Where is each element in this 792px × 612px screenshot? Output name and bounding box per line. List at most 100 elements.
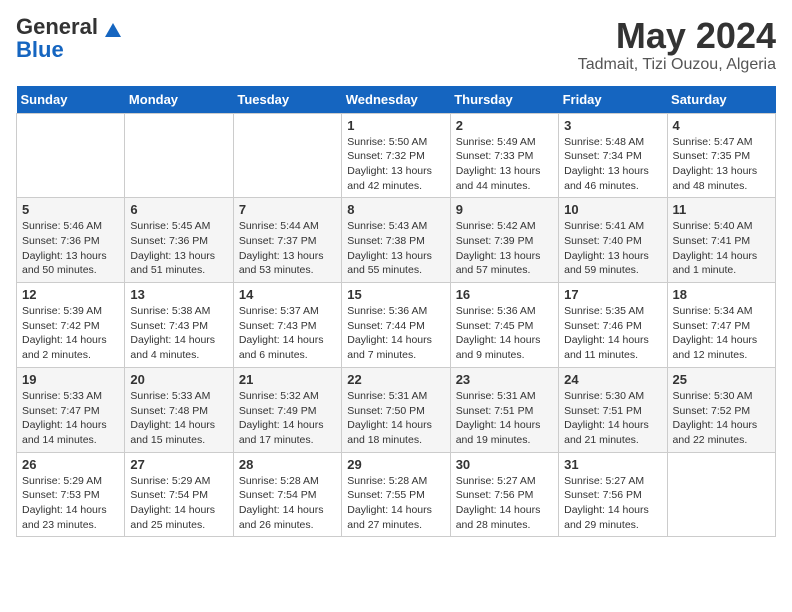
logo-general: General	[16, 14, 98, 39]
day-info: Sunrise: 5:29 AM Sunset: 7:53 PM Dayligh…	[22, 474, 119, 533]
day-number: 7	[239, 202, 336, 217]
day-number: 3	[564, 118, 661, 133]
logo-triangle-icon	[104, 21, 122, 39]
logo-blue: Blue	[16, 39, 64, 61]
header-thursday: Thursday	[450, 86, 558, 114]
week-row-4: 19Sunrise: 5:33 AM Sunset: 7:47 PM Dayli…	[17, 367, 776, 452]
day-info: Sunrise: 5:37 AM Sunset: 7:43 PM Dayligh…	[239, 304, 336, 363]
calendar-cell	[125, 113, 233, 198]
day-info: Sunrise: 5:41 AM Sunset: 7:40 PM Dayligh…	[564, 219, 661, 278]
day-info: Sunrise: 5:35 AM Sunset: 7:46 PM Dayligh…	[564, 304, 661, 363]
day-number: 16	[456, 287, 553, 302]
calendar-cell: 18 Sunrise: 5:34 AM Sunset: 7:47 PM Dayli…	[667, 283, 775, 368]
header-tuesday: Tuesday	[233, 86, 341, 114]
day-number: 13	[130, 287, 227, 302]
calendar-cell: 26 Sunrise: 5:29 AM Sunset: 7:53 PM Dayli…	[17, 452, 125, 537]
day-info: Sunrise: 5:34 AM Sunset: 7:47 PM Dayligh…	[673, 304, 770, 363]
calendar-cell: 16 Sunrise: 5:36 AM Sunset: 7:45 PM Dayli…	[450, 283, 558, 368]
week-row-1: 1Sunrise: 5:50 AM Sunset: 7:32 PM Daylig…	[17, 113, 776, 198]
day-number: 29	[347, 457, 444, 472]
calendar-cell: 19Sunrise: 5:33 AM Sunset: 7:47 PM Dayli…	[17, 367, 125, 452]
day-number: 24	[564, 372, 661, 387]
calendar-cell: 11Sunrise: 5:40 AM Sunset: 7:41 PM Dayli…	[667, 198, 775, 283]
day-number: 9	[456, 202, 553, 217]
week-row-2: 5 Sunrise: 5:46 AM Sunset: 7:36 PM Daylig…	[17, 198, 776, 283]
day-number: 10	[564, 202, 661, 217]
day-info: Sunrise: 5:30 AM Sunset: 7:52 PM Dayligh…	[673, 389, 770, 448]
header-friday: Friday	[559, 86, 667, 114]
calendar-cell: 1Sunrise: 5:50 AM Sunset: 7:32 PM Daylig…	[342, 113, 450, 198]
calendar-cell: 6 Sunrise: 5:45 AM Sunset: 7:36 PM Daylig…	[125, 198, 233, 283]
day-number: 28	[239, 457, 336, 472]
day-number: 17	[564, 287, 661, 302]
day-info: Sunrise: 5:40 AM Sunset: 7:41 PM Dayligh…	[673, 219, 770, 278]
day-number: 12	[22, 287, 119, 302]
calendar-cell: 31 Sunrise: 5:27 AM Sunset: 7:56 PM Dayli…	[559, 452, 667, 537]
day-number: 6	[130, 202, 227, 217]
calendar-cell: 27Sunrise: 5:29 AM Sunset: 7:54 PM Dayli…	[125, 452, 233, 537]
calendar-cell: 10 Sunrise: 5:41 AM Sunset: 7:40 PM Dayli…	[559, 198, 667, 283]
day-info: Sunrise: 5:30 AM Sunset: 7:51 PM Dayligh…	[564, 389, 661, 448]
day-number: 18	[673, 287, 770, 302]
day-info: Sunrise: 5:45 AM Sunset: 7:36 PM Dayligh…	[130, 219, 227, 278]
calendar-cell: 28 Sunrise: 5:28 AM Sunset: 7:54 PM Dayli…	[233, 452, 341, 537]
header-saturday: Saturday	[667, 86, 775, 114]
day-info: Sunrise: 5:32 AM Sunset: 7:49 PM Dayligh…	[239, 389, 336, 448]
title-area: May 2024 Tadmait, Tizi Ouzou, Algeria	[578, 16, 776, 74]
page-header: General Blue May 2024 Tadmait, Tizi Ouzo…	[16, 16, 776, 74]
calendar-cell: 12 Sunrise: 5:39 AM Sunset: 7:42 PM Dayli…	[17, 283, 125, 368]
day-number: 14	[239, 287, 336, 302]
calendar-cell: 5 Sunrise: 5:46 AM Sunset: 7:36 PM Daylig…	[17, 198, 125, 283]
header-row: SundayMondayTuesdayWednesdayThursdayFrid…	[17, 86, 776, 114]
header-wednesday: Wednesday	[342, 86, 450, 114]
calendar-cell	[17, 113, 125, 198]
day-info: Sunrise: 5:27 AM Sunset: 7:56 PM Dayligh…	[564, 474, 661, 533]
day-number: 1	[347, 118, 444, 133]
day-number: 23	[456, 372, 553, 387]
day-number: 15	[347, 287, 444, 302]
calendar-cell: 3 Sunrise: 5:48 AM Sunset: 7:34 PM Daylig…	[559, 113, 667, 198]
day-number: 22	[347, 372, 444, 387]
calendar-cell: 2 Sunrise: 5:49 AM Sunset: 7:33 PM Daylig…	[450, 113, 558, 198]
calendar-cell: 13Sunrise: 5:38 AM Sunset: 7:43 PM Dayli…	[125, 283, 233, 368]
header-monday: Monday	[125, 86, 233, 114]
calendar-cell: 23 Sunrise: 5:31 AM Sunset: 7:51 PM Dayli…	[450, 367, 558, 452]
calendar-cell: 29 Sunrise: 5:28 AM Sunset: 7:55 PM Dayli…	[342, 452, 450, 537]
calendar-cell: 21 Sunrise: 5:32 AM Sunset: 7:49 PM Dayli…	[233, 367, 341, 452]
calendar-table: SundayMondayTuesdayWednesdayThursdayFrid…	[16, 86, 776, 538]
day-info: Sunrise: 5:31 AM Sunset: 7:51 PM Dayligh…	[456, 389, 553, 448]
day-info: Sunrise: 5:28 AM Sunset: 7:54 PM Dayligh…	[239, 474, 336, 533]
calendar-cell: 30Sunrise: 5:27 AM Sunset: 7:56 PM Dayli…	[450, 452, 558, 537]
calendar-cell: 17 Sunrise: 5:35 AM Sunset: 7:46 PM Dayli…	[559, 283, 667, 368]
day-info: Sunrise: 5:36 AM Sunset: 7:44 PM Dayligh…	[347, 304, 444, 363]
calendar-cell	[233, 113, 341, 198]
day-info: Sunrise: 5:36 AM Sunset: 7:45 PM Dayligh…	[456, 304, 553, 363]
calendar-cell: 9 Sunrise: 5:42 AM Sunset: 7:39 PM Daylig…	[450, 198, 558, 283]
day-info: Sunrise: 5:49 AM Sunset: 7:33 PM Dayligh…	[456, 135, 553, 194]
calendar-cell: 8Sunrise: 5:43 AM Sunset: 7:38 PM Daylig…	[342, 198, 450, 283]
day-info: Sunrise: 5:48 AM Sunset: 7:34 PM Dayligh…	[564, 135, 661, 194]
day-number: 4	[673, 118, 770, 133]
calendar-cell: 22 Sunrise: 5:31 AM Sunset: 7:50 PM Dayli…	[342, 367, 450, 452]
day-info: Sunrise: 5:31 AM Sunset: 7:50 PM Dayligh…	[347, 389, 444, 448]
calendar-cell: 20Sunrise: 5:33 AM Sunset: 7:48 PM Dayli…	[125, 367, 233, 452]
day-number: 25	[673, 372, 770, 387]
day-info: Sunrise: 5:27 AM Sunset: 7:56 PM Dayligh…	[456, 474, 553, 533]
day-info: Sunrise: 5:28 AM Sunset: 7:55 PM Dayligh…	[347, 474, 444, 533]
day-info: Sunrise: 5:42 AM Sunset: 7:39 PM Dayligh…	[456, 219, 553, 278]
day-number: 5	[22, 202, 119, 217]
day-number: 2	[456, 118, 553, 133]
day-info: Sunrise: 5:47 AM Sunset: 7:35 PM Dayligh…	[673, 135, 770, 194]
day-info: Sunrise: 5:43 AM Sunset: 7:38 PM Dayligh…	[347, 219, 444, 278]
calendar-cell: 7Sunrise: 5:44 AM Sunset: 7:37 PM Daylig…	[233, 198, 341, 283]
day-info: Sunrise: 5:46 AM Sunset: 7:36 PM Dayligh…	[22, 219, 119, 278]
day-number: 31	[564, 457, 661, 472]
day-number: 26	[22, 457, 119, 472]
calendar-cell: 24 Sunrise: 5:30 AM Sunset: 7:51 PM Dayli…	[559, 367, 667, 452]
calendar-cell: 4 Sunrise: 5:47 AM Sunset: 7:35 PM Daylig…	[667, 113, 775, 198]
day-info: Sunrise: 5:33 AM Sunset: 7:47 PM Dayligh…	[22, 389, 119, 448]
calendar-cell	[667, 452, 775, 537]
calendar-cell: 15 Sunrise: 5:36 AM Sunset: 7:44 PM Dayli…	[342, 283, 450, 368]
day-info: Sunrise: 5:39 AM Sunset: 7:42 PM Dayligh…	[22, 304, 119, 363]
day-number: 21	[239, 372, 336, 387]
